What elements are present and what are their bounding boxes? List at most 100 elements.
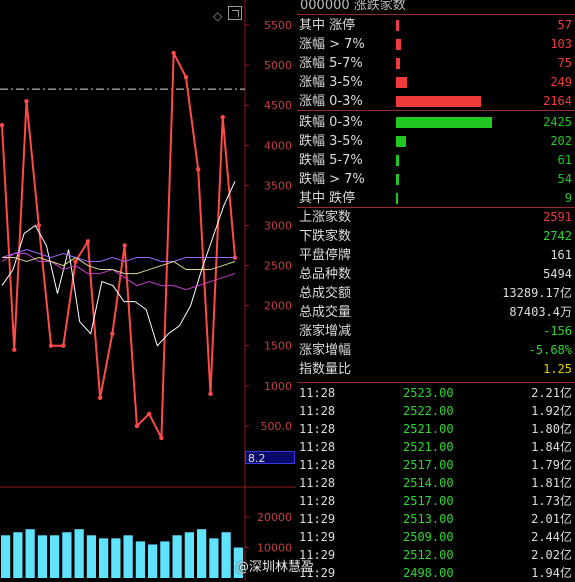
- stat-value: 202: [550, 134, 572, 148]
- diamond-icon[interactable]: ◇: [213, 9, 222, 23]
- summary-row: 涨家增减 -156: [297, 322, 575, 341]
- series-line: [1, 52, 236, 439]
- series-point: [134, 423, 140, 429]
- summary-value: -156: [543, 324, 572, 338]
- stat-bar: [396, 193, 398, 204]
- tick-row[interactable]: 11:28 2523.00 2.21亿: [297, 384, 575, 402]
- stat-label: 跌幅 0-3%: [299, 115, 363, 130]
- tick-time: 11:29: [299, 530, 336, 544]
- stat-value: 2164: [543, 94, 572, 108]
- tick-amount: 2.02亿: [531, 548, 572, 562]
- tick-row[interactable]: 11:28 2522.00 1.92亿: [297, 402, 575, 420]
- stat-label: 跌幅 3-5%: [299, 134, 363, 149]
- stats-panel: 其中 涨停 57 涨幅 > 7% 103 涨幅 5-7% 75 涨幅 3-5% 249 涨幅 0…: [297, 0, 575, 581]
- y-tick-label: 1500: [264, 340, 292, 353]
- tick-price: 2513.00: [403, 512, 454, 526]
- series-point: [85, 239, 91, 244]
- stat-bar: [396, 174, 399, 185]
- summary-row: 上涨家数 2591: [297, 208, 575, 227]
- stat-label: 跌幅 > 7%: [299, 172, 365, 187]
- stat-bar: [396, 58, 400, 69]
- tick-amount: 1.92亿: [531, 404, 572, 418]
- series-point: [171, 50, 176, 56]
- y-tick-label: 2500: [264, 260, 292, 273]
- breadth-chart: 5500 5000 4500 4000 3500 3000 2500 2000 1500 1000…: [0, 0, 296, 581]
- tick-row[interactable]: 11:28 2514.00 1.81亿: [297, 474, 575, 492]
- series-point: [48, 343, 54, 348]
- volume-bar: [37, 535, 47, 578]
- volume-bar: [62, 532, 72, 578]
- stat-value: 57: [557, 18, 572, 32]
- tick-amount: 2.44亿: [531, 530, 572, 544]
- summary-row: 指数量比 1.25: [297, 360, 575, 379]
- stat-value: 2425: [543, 115, 572, 129]
- series-point: [183, 74, 189, 80]
- stat-value: 249: [550, 75, 572, 89]
- volume-bar: [184, 532, 194, 578]
- stat-bar: [396, 39, 401, 50]
- volume-bar: [50, 535, 60, 578]
- volume-bar: [209, 538, 219, 578]
- y-tick-label: 3000: [264, 219, 292, 232]
- series-point: [97, 395, 103, 401]
- tick-amount: 1.84亿: [531, 440, 572, 454]
- volume-bar: [74, 529, 84, 578]
- series-point: [196, 167, 201, 172]
- y-tick-label: 5000: [264, 59, 292, 72]
- volume-bar: [123, 535, 133, 578]
- stat-label: 涨幅 0-3%: [299, 94, 363, 109]
- volume-bar: [25, 529, 35, 578]
- tick-time: 11:28: [299, 440, 336, 454]
- stat-row: 跌幅 3-5% 202: [297, 132, 575, 151]
- stat-label: 涨幅 5-7%: [299, 56, 363, 71]
- series-point: [122, 243, 127, 248]
- tick-price: 2521.00: [403, 440, 454, 454]
- tick-row[interactable]: 11:29 2498.00 1.94亿: [297, 564, 575, 582]
- series-point: [110, 331, 115, 336]
- series-point: [220, 115, 225, 120]
- tick-row[interactable]: 11:29 2512.00 2.02亿: [297, 546, 575, 564]
- tick-price: 2514.00: [403, 476, 454, 490]
- y-tick-label: 4500: [264, 99, 292, 112]
- y-tick-label: 500.0: [261, 420, 293, 433]
- volume-bar: [172, 535, 182, 578]
- series-point: [146, 411, 152, 417]
- tick-amount: 2.21亿: [531, 386, 572, 400]
- stat-row: 跌幅 0-3% 2425: [297, 113, 575, 132]
- tick-price: 2517.00: [403, 458, 454, 472]
- summary-row: 总品种数 5494: [297, 265, 575, 284]
- summary-row: 平盘停牌 161: [297, 246, 575, 265]
- volume-bar: [1, 535, 11, 578]
- tick-row[interactable]: 11:28 2521.00 1.84亿: [297, 438, 575, 456]
- tick-row[interactable]: 11:29 2513.00 2.01亿: [297, 510, 575, 528]
- summary-label: 总品种数: [299, 267, 352, 282]
- series-point: [61, 343, 66, 348]
- stat-value: 61: [557, 153, 572, 167]
- volume-bar: [135, 541, 145, 578]
- tick-row[interactable]: 11:28 2517.00 1.73亿: [297, 492, 575, 510]
- watermark: @深圳林慧盈: [236, 560, 315, 575]
- series-line: [1, 248, 235, 263]
- volume-bar: [197, 529, 207, 578]
- summary-row: 涨家增幅 -5.68%: [297, 341, 575, 360]
- restore-window-icon[interactable]: [228, 6, 242, 20]
- tick-row[interactable]: 11:28 2517.00 1.79亿: [297, 456, 575, 474]
- summary-value: 13289.17亿: [502, 286, 572, 300]
- stat-bar: [396, 77, 407, 88]
- summary-label: 上涨家数: [299, 210, 352, 225]
- stat-label: 其中 涨停: [299, 18, 356, 33]
- stat-row: 涨幅 3-5% 249: [297, 73, 575, 92]
- tick-row[interactable]: 11:28 2521.00 1.80亿: [297, 420, 575, 438]
- tick-row[interactable]: 11:29 2509.00 2.44亿: [297, 528, 575, 546]
- tick-time: 11:28: [299, 494, 336, 508]
- volume-bar: [221, 532, 231, 578]
- tick-price: 2517.00: [403, 494, 454, 508]
- summary-label: 总成交额: [299, 286, 352, 301]
- summary-row: 总成交额 13289.17亿: [297, 284, 575, 303]
- stat-row: 跌幅 > 7% 54: [297, 170, 575, 189]
- series-point: [208, 391, 213, 397]
- stat-bar: [396, 117, 492, 128]
- series-point: [12, 347, 17, 352]
- summary-value: 87403.4万: [509, 305, 572, 319]
- summary-value: 1.25: [543, 362, 572, 376]
